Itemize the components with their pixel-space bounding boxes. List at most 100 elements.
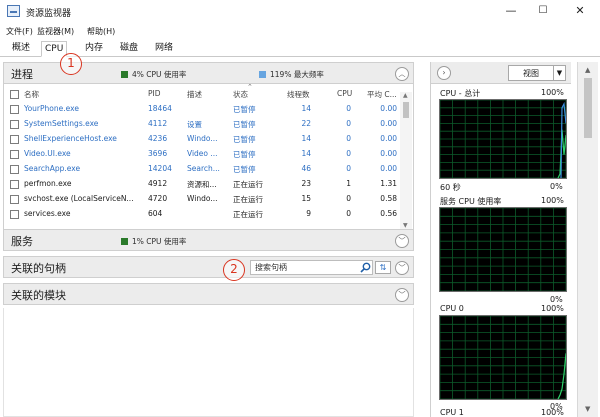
table-row[interactable]: SystemSettings.exe 4112 设置 已暂停 22 0 0.00 [4, 117, 400, 132]
menu-help[interactable]: 帮助(H) [87, 26, 115, 37]
scrollbar-thumb[interactable] [403, 102, 409, 118]
tab-disk[interactable]: 磁盘 [117, 41, 141, 57]
select-all-checkbox[interactable] [10, 90, 19, 99]
services-header[interactable]: 服务 1% CPU 使用率 ﹀ [3, 229, 414, 251]
minimize-button[interactable]: — [500, 3, 522, 19]
view-dropdown[interactable]: 视图 ▼ [508, 65, 566, 81]
services-cpu-swatch [121, 238, 128, 245]
process-pid: 4112 [148, 119, 168, 128]
process-average-cpu: 1.31 [380, 179, 397, 188]
process-checkbox[interactable] [10, 195, 19, 204]
services-title: 服务 [11, 235, 33, 248]
graph-cpu-total-min: 0% [550, 182, 563, 191]
menu-bar: 文件(F) 监视器(M) 帮助(H) [0, 23, 600, 39]
graph-pane-scrollbar[interactable]: ▲ ▼ [577, 62, 598, 417]
process-pid: 4720 [148, 194, 168, 203]
table-row[interactable]: svchost.exe (LocalServiceN... 4720 Windo..… [4, 192, 400, 207]
process-threads: 23 [301, 179, 311, 188]
search-handles-input[interactable]: 搜索句柄 [250, 260, 373, 275]
graph-cpu-total-max: 100% [541, 88, 564, 97]
cpu0-graph-canvas [439, 315, 567, 400]
process-average-cpu: 0.00 [380, 134, 397, 143]
search-icon[interactable] [360, 262, 371, 273]
sort-arrow-icon: ⌃ [247, 83, 253, 91]
process-average-cpu: 0.56 [380, 209, 397, 218]
graph-service-cpu-max: 100% [541, 196, 564, 205]
tab-network[interactable]: 网络 [152, 41, 176, 57]
process-description: 资源和... [187, 180, 217, 189]
menu-monitor[interactable]: 监视器(M) [37, 26, 74, 37]
column-name[interactable]: 名称 [24, 89, 124, 100]
process-checkbox[interactable] [10, 135, 19, 144]
table-row[interactable]: Video.UI.exe 3696 Video ... 已暂停 14 0 0.00 [4, 147, 400, 162]
handles-header[interactable]: 关联的句柄 搜索句柄 ⇅ ﹀ [3, 256, 414, 278]
column-description[interactable]: 描述 [187, 89, 227, 100]
process-checkbox[interactable] [10, 150, 19, 159]
process-status: 已暂停 [233, 120, 256, 129]
cpu-usage-summary: 4% CPU 使用率 [121, 69, 186, 80]
column-average-cpu[interactable]: 平均 C... [367, 89, 401, 100]
process-threads: 46 [301, 164, 311, 173]
table-row[interactable]: perfmon.exe 4912 资源和... 正在运行 23 1 1.31 [4, 177, 400, 192]
services-cpu-summary: 1% CPU 使用率 [121, 236, 186, 247]
process-name: SystemSettings.exe [24, 119, 99, 128]
process-cpu: 0 [346, 164, 351, 173]
tab-overview[interactable]: 概述 [9, 41, 33, 57]
graph-cpu-total-title: CPU - 总计 [440, 89, 481, 98]
max-frequency-text: 119% 最大频率 [270, 70, 324, 79]
process-threads: 15 [301, 194, 311, 203]
collapse-processes-button[interactable]: ︿ [395, 67, 409, 81]
maximize-button[interactable]: ☐ [532, 3, 554, 19]
process-checkbox[interactable] [10, 210, 19, 219]
expand-arrow-icon[interactable]: › [437, 66, 451, 80]
max-frequency-summary: 119% 最大频率 [259, 69, 324, 80]
process-name: YourPhone.exe [24, 104, 79, 113]
process-name: services.exe [24, 209, 71, 218]
view-bar: › 视图 ▼ [431, 62, 571, 84]
process-checkbox[interactable] [10, 105, 19, 114]
process-checkbox[interactable] [10, 165, 19, 174]
scroll-down-arrow-icon[interactable]: ▼ [585, 405, 590, 413]
column-status[interactable]: 状态 [233, 89, 273, 100]
chevron-down-icon[interactable]: ▼ [553, 66, 565, 80]
expand-services-button[interactable]: ﹀ [395, 234, 409, 248]
column-pid[interactable]: PID [148, 89, 188, 98]
expand-modules-button[interactable]: ﹀ [395, 288, 409, 302]
process-pid: 4236 [148, 134, 168, 143]
scroll-up-arrow-icon[interactable]: ▲ [403, 92, 408, 99]
column-threads[interactable]: 线程数 [287, 89, 315, 100]
process-description: Search... [187, 164, 220, 173]
close-button[interactable]: ✕ [569, 3, 591, 19]
table-row[interactable]: ShellExperienceHost.exe 4236 Windo... 已暂停 14… [4, 132, 400, 147]
annotation-marker-1: 1 [60, 53, 82, 75]
graph-time-span: 60 秒 [440, 183, 461, 192]
process-status: 正在运行 [233, 180, 263, 189]
process-checkbox[interactable] [10, 180, 19, 189]
menu-file[interactable]: 文件(F) [6, 26, 33, 37]
table-row[interactable]: YourPhone.exe 18464 已暂停 14 0 0.00 [4, 102, 400, 117]
scrollbar-thumb[interactable] [584, 78, 592, 138]
expand-handles-button[interactable]: ﹀ [395, 261, 409, 275]
process-threads: 14 [301, 134, 311, 143]
column-cpu[interactable]: CPU [337, 89, 357, 98]
process-average-cpu: 0.58 [380, 194, 397, 203]
left-pane: 进程 4% CPU 使用率 119% 最大频率 ︿ 名称 PID 描述 状态 线… [3, 62, 414, 417]
processes-scrollbar[interactable]: ▲ ▼ [400, 92, 412, 229]
scroll-down-arrow-icon[interactable]: ▼ [403, 222, 408, 229]
tab-memory[interactable]: 内存 [82, 41, 106, 57]
graph-cpu0-title: CPU 0 [440, 304, 464, 313]
process-status: 已暂停 [233, 150, 256, 159]
process-cpu: 1 [346, 179, 351, 188]
table-row[interactable]: services.exe 604 正在运行 9 0 0.56 [4, 207, 400, 222]
modules-header[interactable]: 关联的模块 ﹀ [3, 283, 414, 305]
process-threads: 22 [301, 119, 311, 128]
cpu-usage-text: 4% CPU 使用率 [132, 70, 187, 79]
process-description: 设置 [187, 120, 202, 129]
table-row[interactable]: SearchApp.exe 14204 Search... 已暂停 46 0 0.00 [4, 162, 400, 177]
refresh-icon[interactable]: ⇅ [375, 261, 391, 274]
scroll-up-arrow-icon[interactable]: ▲ [585, 66, 590, 74]
process-checkbox[interactable] [10, 120, 19, 129]
process-pid: 14204 [148, 164, 172, 173]
process-description: Video ... [187, 149, 218, 158]
process-status: 正在运行 [233, 195, 263, 204]
